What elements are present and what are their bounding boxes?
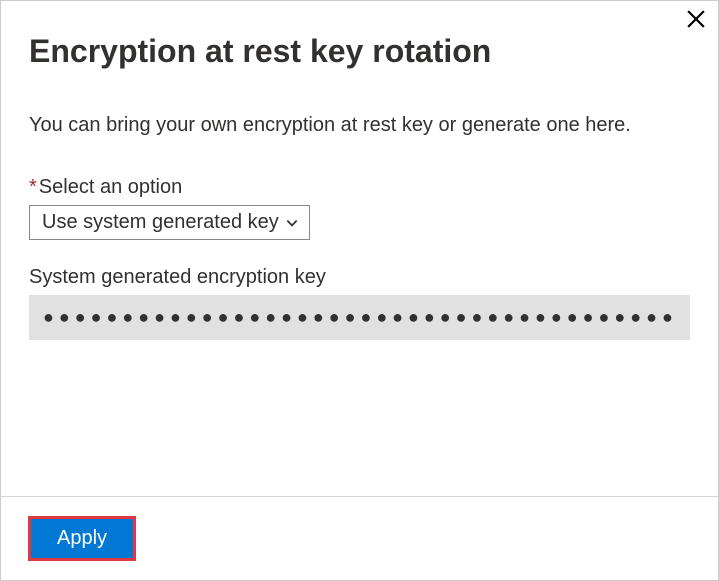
required-asterisk-icon: * [29,176,37,198]
x-icon [687,10,705,28]
select-option-label-text: Select an option [39,176,182,198]
dialog-description: You can bring your own encryption at res… [29,110,690,140]
select-option-field: *Select an option Use system generated k… [29,176,690,240]
chevron-down-icon [285,216,299,230]
select-value: Use system generated key [42,211,279,234]
dialog-footer: Apply [1,496,718,580]
generated-key-field: System generated encryption key [29,266,690,340]
dialog-title: Encryption at rest key rotation [29,33,690,70]
close-icon[interactable] [684,7,708,31]
key-option-select[interactable]: Use system generated key [29,205,310,240]
dialog-content: Encryption at rest key rotation You can … [1,1,718,496]
encryption-key-rotation-dialog: Encryption at rest key rotation You can … [0,0,719,581]
apply-button[interactable]: Apply [29,517,135,560]
generated-key-label: System generated encryption key [29,266,690,289]
generated-key-display [29,295,690,340]
select-option-label: *Select an option [29,176,690,199]
